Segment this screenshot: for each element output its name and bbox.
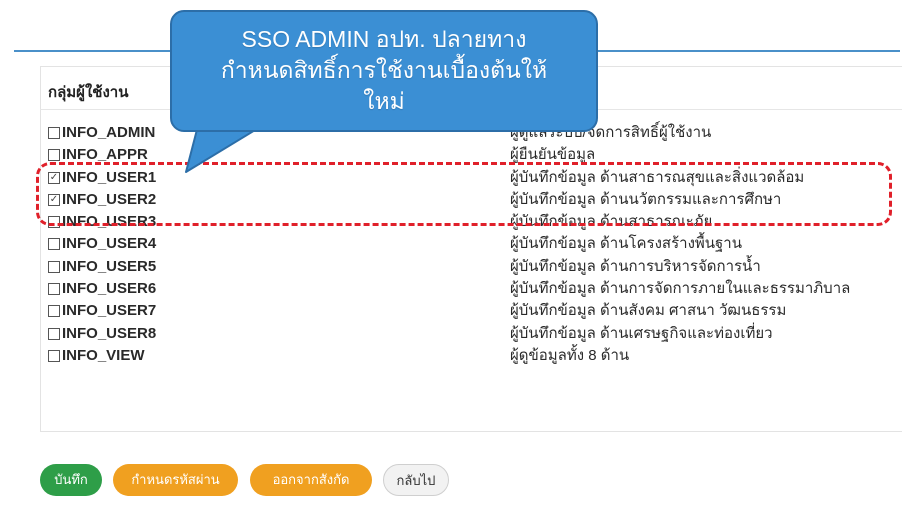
role-description: ผู้บันทึกข้อมูล ด้านสาธารณสุขและสิ่งแวดล…	[510, 168, 805, 186]
role-row-info-view: INFO_VIEW ผู้ดูข้อมูลทั้ง 8 ด้าน	[48, 345, 898, 367]
role-checkbox[interactable]: ✓	[48, 171, 60, 184]
role-checkbox[interactable]	[48, 149, 60, 162]
role-code: INFO_USER8	[62, 324, 157, 342]
role-checkbox[interactable]	[48, 260, 60, 273]
role-code: INFO_ADMIN	[62, 124, 156, 141]
role-description: ผู้บันทึกข้อมูล ด้านการจัดการภายในและธรร…	[510, 280, 851, 298]
role-description: ผู้บันทึกข้อมูล ด้านโครงสร้างพื้นฐาน	[510, 235, 742, 253]
role-description: ผู้บันทึกข้อมูล ด้านสาธารณะภัย	[510, 213, 713, 231]
role-checkbox[interactable]	[48, 127, 60, 139]
role-row-info-user6: INFO_USER6 ผู้บันทึกข้อมูล ด้านการจัดการภ…	[48, 278, 898, 300]
role-checkbox[interactable]	[48, 238, 60, 251]
user-group-heading: กลุ่มผู้ใช้งาน	[48, 84, 129, 101]
role-code: INFO_VIEW	[62, 346, 145, 364]
set-password-button[interactable]: กำหนดรหัสผ่าน	[113, 464, 238, 496]
role-description: ผู้ยืนยันข้อมูล	[510, 146, 596, 164]
role-row-info-user3: INFO_USER3 ผู้บันทึกข้อมูล ด้านสาธารณะภัย	[48, 211, 898, 233]
role-description: ผู้บันทึกข้อมูล ด้านสังคม ศาสนา วัฒนธรรม	[510, 302, 787, 320]
callout-bubble: SSO ADMIN อปท. ปลายทาง กำหนดสิทธิ์การใช้…	[170, 10, 598, 132]
callout-line-2: กำหนดสิทธิ์การใช้งานเบื้องต้นให้	[220, 57, 548, 83]
role-checkbox[interactable]	[48, 283, 60, 296]
role-row-info-user2: ✓ INFO_USER2 ผู้บันทึกข้อมูล ด้านนวัตกรรมแ…	[48, 189, 898, 211]
back-button[interactable]: กลับไป	[383, 464, 449, 496]
role-code: INFO_USER5	[62, 257, 157, 275]
role-description: ผู้ดูข้อมูลทั้ง 8 ด้าน	[510, 346, 630, 364]
role-row-info-user4: INFO_USER4 ผู้บันทึกข้อมูล ด้านโครงสร้างพ…	[48, 233, 898, 255]
role-row-info-user7: INFO_USER7 ผู้บันทึกข้อมูล ด้านสังคม ศาสน…	[48, 300, 898, 322]
role-code: INFO_USER6	[62, 280, 157, 298]
role-code: INFO_USER3	[62, 213, 157, 231]
role-description: ผู้บันทึกข้อมูล ด้านเศรษฐกิจและท่องเที่ย…	[510, 324, 773, 342]
role-checkbox[interactable]	[48, 327, 60, 340]
callout-line-1: SSO ADMIN อปท. ปลายทาง	[241, 26, 527, 52]
role-code: INFO_USER1	[62, 168, 157, 186]
role-checkbox[interactable]	[48, 305, 60, 318]
callout-line-3: ใหม่	[363, 88, 405, 114]
role-description: ผู้บันทึกข้อมูล ด้านการบริหารจัดการน้ำ	[510, 257, 761, 275]
role-code: INFO_USER7	[62, 302, 157, 320]
leave-agency-button[interactable]: ออกจากสังกัด	[250, 464, 372, 496]
role-code: INFO_APPR	[62, 146, 148, 164]
role-row-info-user5: INFO_USER5 ผู้บันทึกข้อมูล ด้านการบริหารจ…	[48, 256, 898, 278]
role-checkbox[interactable]	[48, 216, 60, 229]
save-button[interactable]: บันทึก	[40, 464, 102, 496]
role-description: ผู้บันทึกข้อมูล ด้านนวัตกรรมและการศึกษา	[510, 190, 782, 208]
role-code: INFO_USER4	[62, 235, 157, 253]
role-checkbox[interactable]: ✓	[48, 193, 60, 206]
role-row-info-user8: INFO_USER8 ผู้บันทึกข้อมูล ด้านเศรษฐกิจแล…	[48, 323, 898, 345]
role-checkbox[interactable]	[48, 349, 60, 362]
role-code: INFO_USER2	[62, 190, 157, 208]
